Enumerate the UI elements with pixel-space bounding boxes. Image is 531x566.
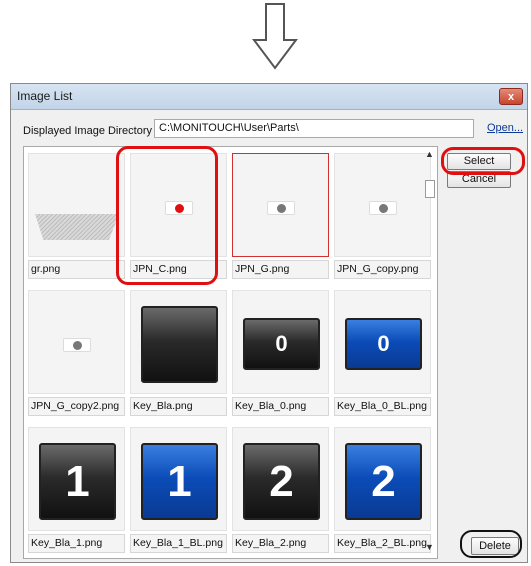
- open-link[interactable]: Open...: [487, 122, 523, 134]
- highlight-ring-select: [441, 147, 525, 175]
- image-grid: gr.png JPN_C.png JPN_G.png JPN_G_copy.pn…: [23, 146, 438, 559]
- image-name: Key_Bla.png: [130, 397, 227, 416]
- image-item-selected[interactable]: JPN_G.png: [232, 149, 329, 284]
- scroll-up-icon[interactable]: ▲: [425, 149, 434, 159]
- black-key-image: 2: [243, 443, 320, 520]
- image-name: JPN_G_copy.png: [334, 260, 431, 279]
- highlight-ring-image: [116, 146, 218, 285]
- blue-key-image: 0: [345, 318, 422, 370]
- image-name: Key_Bla_0.png: [232, 397, 329, 416]
- image-item[interactable]: 2 Key_Bla_2_BL.png: [334, 423, 431, 558]
- gradient-bar-image: [35, 214, 119, 240]
- image-name: Key_Bla_1.png: [28, 534, 125, 553]
- close-button[interactable]: x: [499, 88, 523, 105]
- image-item[interactable]: 2 Key_Bla_2.png: [232, 423, 329, 558]
- directory-label: Displayed Image Directory: [23, 125, 152, 137]
- image-thumbnail[interactable]: 0: [334, 290, 431, 394]
- image-thumbnail[interactable]: [28, 153, 125, 257]
- dot-image: [63, 338, 91, 352]
- gray-dot-icon: [277, 204, 286, 213]
- blue-key-image: 2: [345, 443, 422, 520]
- image-thumbnail[interactable]: [232, 153, 329, 257]
- highlight-ring-delete: [460, 530, 522, 558]
- blue-key-image: 1: [141, 443, 218, 520]
- image-item[interactable]: Key_Bla.png: [130, 286, 227, 421]
- directory-field[interactable]: C:\MONITOUCH\User\Parts\: [154, 119, 474, 138]
- image-thumbnail[interactable]: 2: [232, 427, 329, 531]
- black-key-image: 0: [243, 318, 320, 370]
- image-thumbnail[interactable]: [28, 290, 125, 394]
- vertical-scrollbar[interactable]: ▲ ▼: [423, 149, 438, 555]
- image-name: JPN_G.png: [232, 260, 329, 279]
- image-name: Key_Bla_1_BL.png: [130, 534, 227, 553]
- image-item[interactable]: 1 Key_Bla_1_BL.png: [130, 423, 227, 558]
- image-item[interactable]: JPN_G_copy2.png: [28, 286, 125, 421]
- gray-dot-icon: [379, 204, 388, 213]
- dot-image: [267, 201, 295, 215]
- image-name: gr.png: [28, 260, 125, 279]
- image-thumbnail[interactable]: 1: [130, 427, 227, 531]
- image-thumbnail[interactable]: [334, 153, 431, 257]
- image-item[interactable]: 1 Key_Bla_1.png: [28, 423, 125, 558]
- gray-dot-icon: [73, 341, 82, 350]
- down-arrow-icon: [252, 3, 298, 70]
- dialog-title: Image List: [17, 89, 73, 103]
- image-thumbnail[interactable]: 0: [232, 290, 329, 394]
- scroll-thumb[interactable]: [425, 180, 435, 198]
- title-bar: Image List x: [11, 84, 527, 110]
- image-name: Key_Bla_2.png: [232, 534, 329, 553]
- image-item[interactable]: gr.png: [28, 149, 125, 284]
- image-item[interactable]: JPN_G_copy.png: [334, 149, 431, 284]
- dot-image: [369, 201, 397, 215]
- black-key-image: [141, 306, 218, 383]
- black-key-image: 1: [39, 443, 116, 520]
- image-item[interactable]: 0 Key_Bla_0_BL.png: [334, 286, 431, 421]
- image-name: Key_Bla_2_BL.png: [334, 534, 431, 553]
- image-thumbnail[interactable]: 2: [334, 427, 431, 531]
- image-thumbnail[interactable]: 1: [28, 427, 125, 531]
- scroll-down-icon[interactable]: ▼: [425, 542, 434, 552]
- image-name: JPN_G_copy2.png: [28, 397, 125, 416]
- image-item[interactable]: 0 Key_Bla_0.png: [232, 286, 329, 421]
- image-name: Key_Bla_0_BL.png: [334, 397, 431, 416]
- image-thumbnail[interactable]: [130, 290, 227, 394]
